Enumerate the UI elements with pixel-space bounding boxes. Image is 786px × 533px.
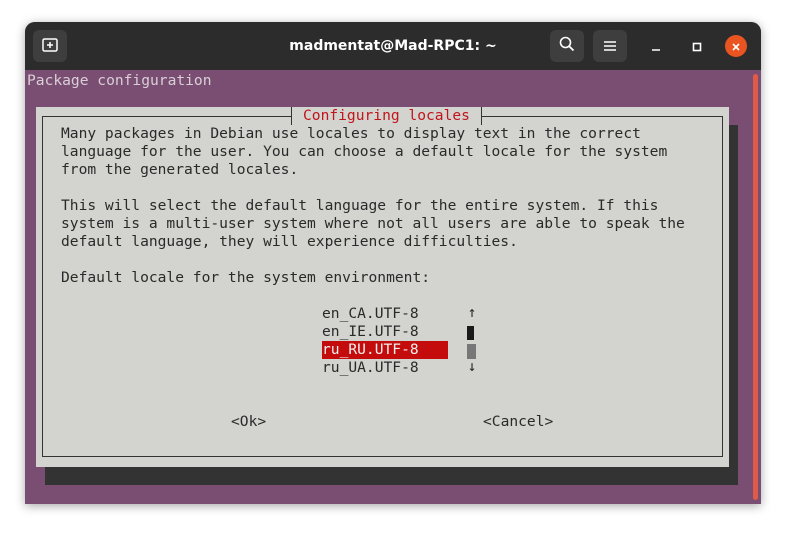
close-button[interactable] bbox=[725, 35, 747, 57]
description-line: language for the user. You can choose a … bbox=[61, 143, 668, 160]
maximize-icon bbox=[692, 37, 702, 56]
dialog-frame: Configuring locales Many packages in Deb… bbox=[42, 107, 723, 457]
title-bar[interactable]: madmentat@Mad-RPC1: ~ bbox=[25, 22, 761, 70]
configuring-locales-dialog: Configuring locales Many packages in Deb… bbox=[36, 107, 729, 467]
minimize-button[interactable] bbox=[645, 35, 667, 57]
terminal-area[interactable]: Package configuration Configuring locale… bbox=[25, 70, 761, 504]
package-configuration-header: Package configuration bbox=[27, 72, 212, 89]
description-line: system is a multi-user system where not … bbox=[61, 215, 685, 232]
list-scroll-track[interactable] bbox=[467, 344, 476, 359]
terminal-scrollbar-thumb[interactable] bbox=[753, 74, 758, 500]
dialog-title: Configuring locales bbox=[291, 107, 482, 125]
arrow-down-icon[interactable]: ↓ bbox=[467, 358, 477, 376]
new-tab-icon bbox=[42, 37, 58, 56]
description-line: from the generated locales. bbox=[61, 161, 299, 178]
ok-button[interactable]: <Ok> bbox=[231, 413, 266, 431]
hamburger-menu-icon bbox=[603, 37, 617, 56]
menu-button[interactable] bbox=[593, 30, 627, 62]
search-button[interactable] bbox=[550, 30, 584, 62]
terminal-window: madmentat@Mad-RPC1: ~ Package configurat… bbox=[25, 22, 761, 504]
locale-option[interactable]: ru_UA.UTF-8 bbox=[322, 359, 448, 377]
arrow-up-icon[interactable]: ↑ bbox=[467, 304, 477, 322]
close-icon bbox=[731, 37, 741, 56]
description-line: This will select the default language fo… bbox=[61, 197, 659, 214]
maximize-button[interactable] bbox=[686, 35, 708, 57]
new-tab-button[interactable] bbox=[33, 30, 67, 62]
locale-option[interactable]: en_IE.UTF-8 bbox=[322, 323, 448, 341]
description-line: Many packages in Debian use locales to d… bbox=[61, 125, 641, 142]
search-icon bbox=[559, 36, 575, 56]
minimize-icon bbox=[651, 37, 661, 56]
locale-option[interactable]: en_CA.UTF-8 bbox=[322, 305, 448, 323]
locale-prompt: Default locale for the system environmen… bbox=[61, 269, 431, 286]
cancel-button[interactable]: <Cancel> bbox=[483, 413, 553, 431]
list-scroll-thumb[interactable] bbox=[467, 326, 474, 340]
terminal-scrollbar[interactable] bbox=[749, 70, 761, 504]
description-line: default language, they will experience d… bbox=[61, 233, 518, 250]
locale-option-selected[interactable]: ru_RU.UTF-8 bbox=[322, 341, 448, 359]
